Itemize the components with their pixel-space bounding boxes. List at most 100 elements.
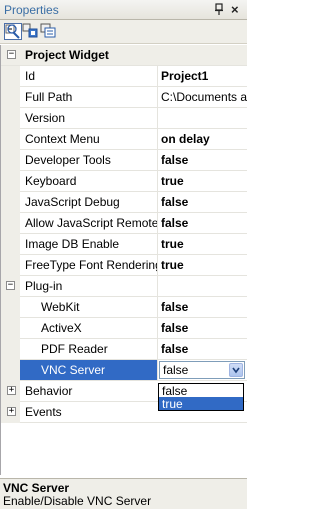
property-pages-button[interactable] [40, 23, 58, 40]
property-row-context-menu[interactable]: Context Menu on delay [1, 129, 247, 150]
value-text: true [161, 237, 184, 251]
categorized-icon [5, 24, 20, 39]
property-value[interactable] [157, 108, 247, 128]
property-value[interactable]: false [157, 150, 247, 170]
description-text: Enable/Disable VNC Server [3, 494, 152, 508]
property-label: ActiveX [41, 321, 82, 335]
vnc-server-dropdown-list: false true [158, 383, 244, 411]
collapse-icon[interactable]: − [7, 50, 16, 59]
property-label: Keyboard [25, 174, 77, 188]
dropdown-option-true[interactable]: true [159, 397, 243, 411]
value-text: on delay [161, 132, 210, 146]
row-gutter [1, 87, 20, 108]
subcategory-label: Plug-in [25, 279, 63, 293]
category-label: Project Widget [25, 48, 109, 62]
property-row-keyboard[interactable]: Keyboard true [1, 171, 247, 192]
property-value[interactable]: Project1 [157, 66, 247, 86]
value-text: true [161, 258, 184, 272]
row-gutter [1, 108, 20, 129]
combobox-value: false [163, 363, 189, 377]
value-text: false [161, 342, 189, 356]
value-text: false [161, 153, 189, 167]
vnc-server-combobox[interactable]: false [159, 361, 245, 379]
expand-icon[interactable]: + [7, 407, 16, 416]
property-row-vnc-server[interactable]: VNC Server false [1, 360, 247, 381]
property-value[interactable]: false [157, 213, 247, 233]
subcategory-plugin[interactable]: − Plug-in [1, 276, 247, 297]
property-value[interactable]: true [157, 255, 247, 275]
property-label: Image DB Enable [25, 237, 120, 251]
row-gutter [1, 129, 20, 150]
row-gutter [1, 150, 20, 171]
property-value[interactable]: C:\Documents an [157, 87, 247, 107]
value-text: false [161, 321, 189, 335]
property-label: WebKit [41, 300, 80, 314]
property-value[interactable]: true [157, 171, 247, 191]
row-gutter [1, 255, 20, 276]
category-label: Behavior [25, 384, 73, 398]
property-label: Id [25, 69, 36, 83]
category-project-widget[interactable]: − Project Widget [1, 45, 247, 66]
alphabetical-button[interactable] [22, 23, 40, 40]
row-gutter [1, 171, 20, 192]
property-row-freetype-font-rendering[interactable]: FreeType Font Rendering true [1, 255, 247, 276]
property-row-javascript-debug[interactable]: JavaScript Debug false [1, 192, 247, 213]
row-gutter [1, 318, 20, 339]
property-row-activex[interactable]: ActiveX false [1, 318, 247, 339]
value-text: Project1 [161, 69, 209, 83]
property-row-developer-tools[interactable]: Developer Tools false [1, 150, 247, 171]
property-label: VNC Server [41, 363, 106, 377]
property-value [157, 276, 247, 296]
value-text: false [161, 195, 189, 209]
chevron-down-icon [232, 367, 240, 374]
property-label: Context Menu [25, 132, 100, 146]
expand-icon[interactable]: + [7, 386, 16, 395]
row-gutter [1, 360, 20, 381]
option-label: true [162, 397, 183, 411]
value-text: false [161, 216, 189, 230]
property-label: Version [25, 111, 66, 125]
row-gutter [1, 213, 20, 234]
property-row-version[interactable]: Version [1, 108, 247, 129]
panel-title: Properties [4, 3, 59, 17]
value-text: C:\Documents an [161, 90, 247, 104]
property-row-id[interactable]: Id Project1 [1, 66, 247, 87]
description-title: VNC Server [3, 481, 70, 495]
categorized-button[interactable] [4, 23, 22, 40]
collapse-icon[interactable]: − [6, 281, 15, 290]
description-panel: VNC Server Enable/Disable VNC Server [0, 478, 247, 509]
property-row-webkit[interactable]: WebKit false [1, 297, 247, 318]
row-gutter [1, 234, 20, 255]
property-value[interactable]: false [157, 339, 247, 359]
property-row-full-path[interactable]: Full Path C:\Documents an [1, 87, 247, 108]
property-label: PDF Reader [41, 342, 108, 356]
value-text: true [161, 174, 184, 188]
property-label: Full Path [25, 90, 73, 104]
property-label: JavaScript Debug [25, 195, 120, 209]
dropdown-button[interactable] [229, 363, 243, 377]
property-value[interactable]: false [157, 192, 247, 212]
category-label: Events [25, 405, 62, 419]
option-label: false [162, 384, 188, 398]
property-label: Allow JavaScript Remote De [25, 216, 157, 230]
property-label: FreeType Font Rendering [25, 258, 157, 272]
row-gutter [1, 339, 20, 360]
property-value[interactable]: false [157, 318, 247, 338]
property-value[interactable]: true [157, 234, 247, 254]
property-value[interactable]: on delay [157, 129, 247, 149]
properties-toolbar [0, 20, 247, 44]
alphabetical-icon [22, 23, 38, 38]
pin-icon[interactable] [213, 3, 225, 16]
property-row-image-db-enable[interactable]: Image DB Enable true [1, 234, 247, 255]
close-icon[interactable]: × [231, 2, 239, 17]
properties-title-bar: Properties × [0, 0, 247, 20]
property-value[interactable]: false [157, 297, 247, 317]
value-text: false [161, 300, 189, 314]
property-label: Developer Tools [25, 153, 111, 167]
property-row-pdf-reader[interactable]: PDF Reader false [1, 339, 247, 360]
dropdown-option-false[interactable]: false [159, 384, 243, 398]
row-gutter [1, 66, 20, 87]
row-gutter [1, 297, 20, 318]
property-row-allow-javascript-remote-debug[interactable]: Allow JavaScript Remote De false [1, 213, 247, 234]
property-pages-icon [40, 23, 56, 38]
